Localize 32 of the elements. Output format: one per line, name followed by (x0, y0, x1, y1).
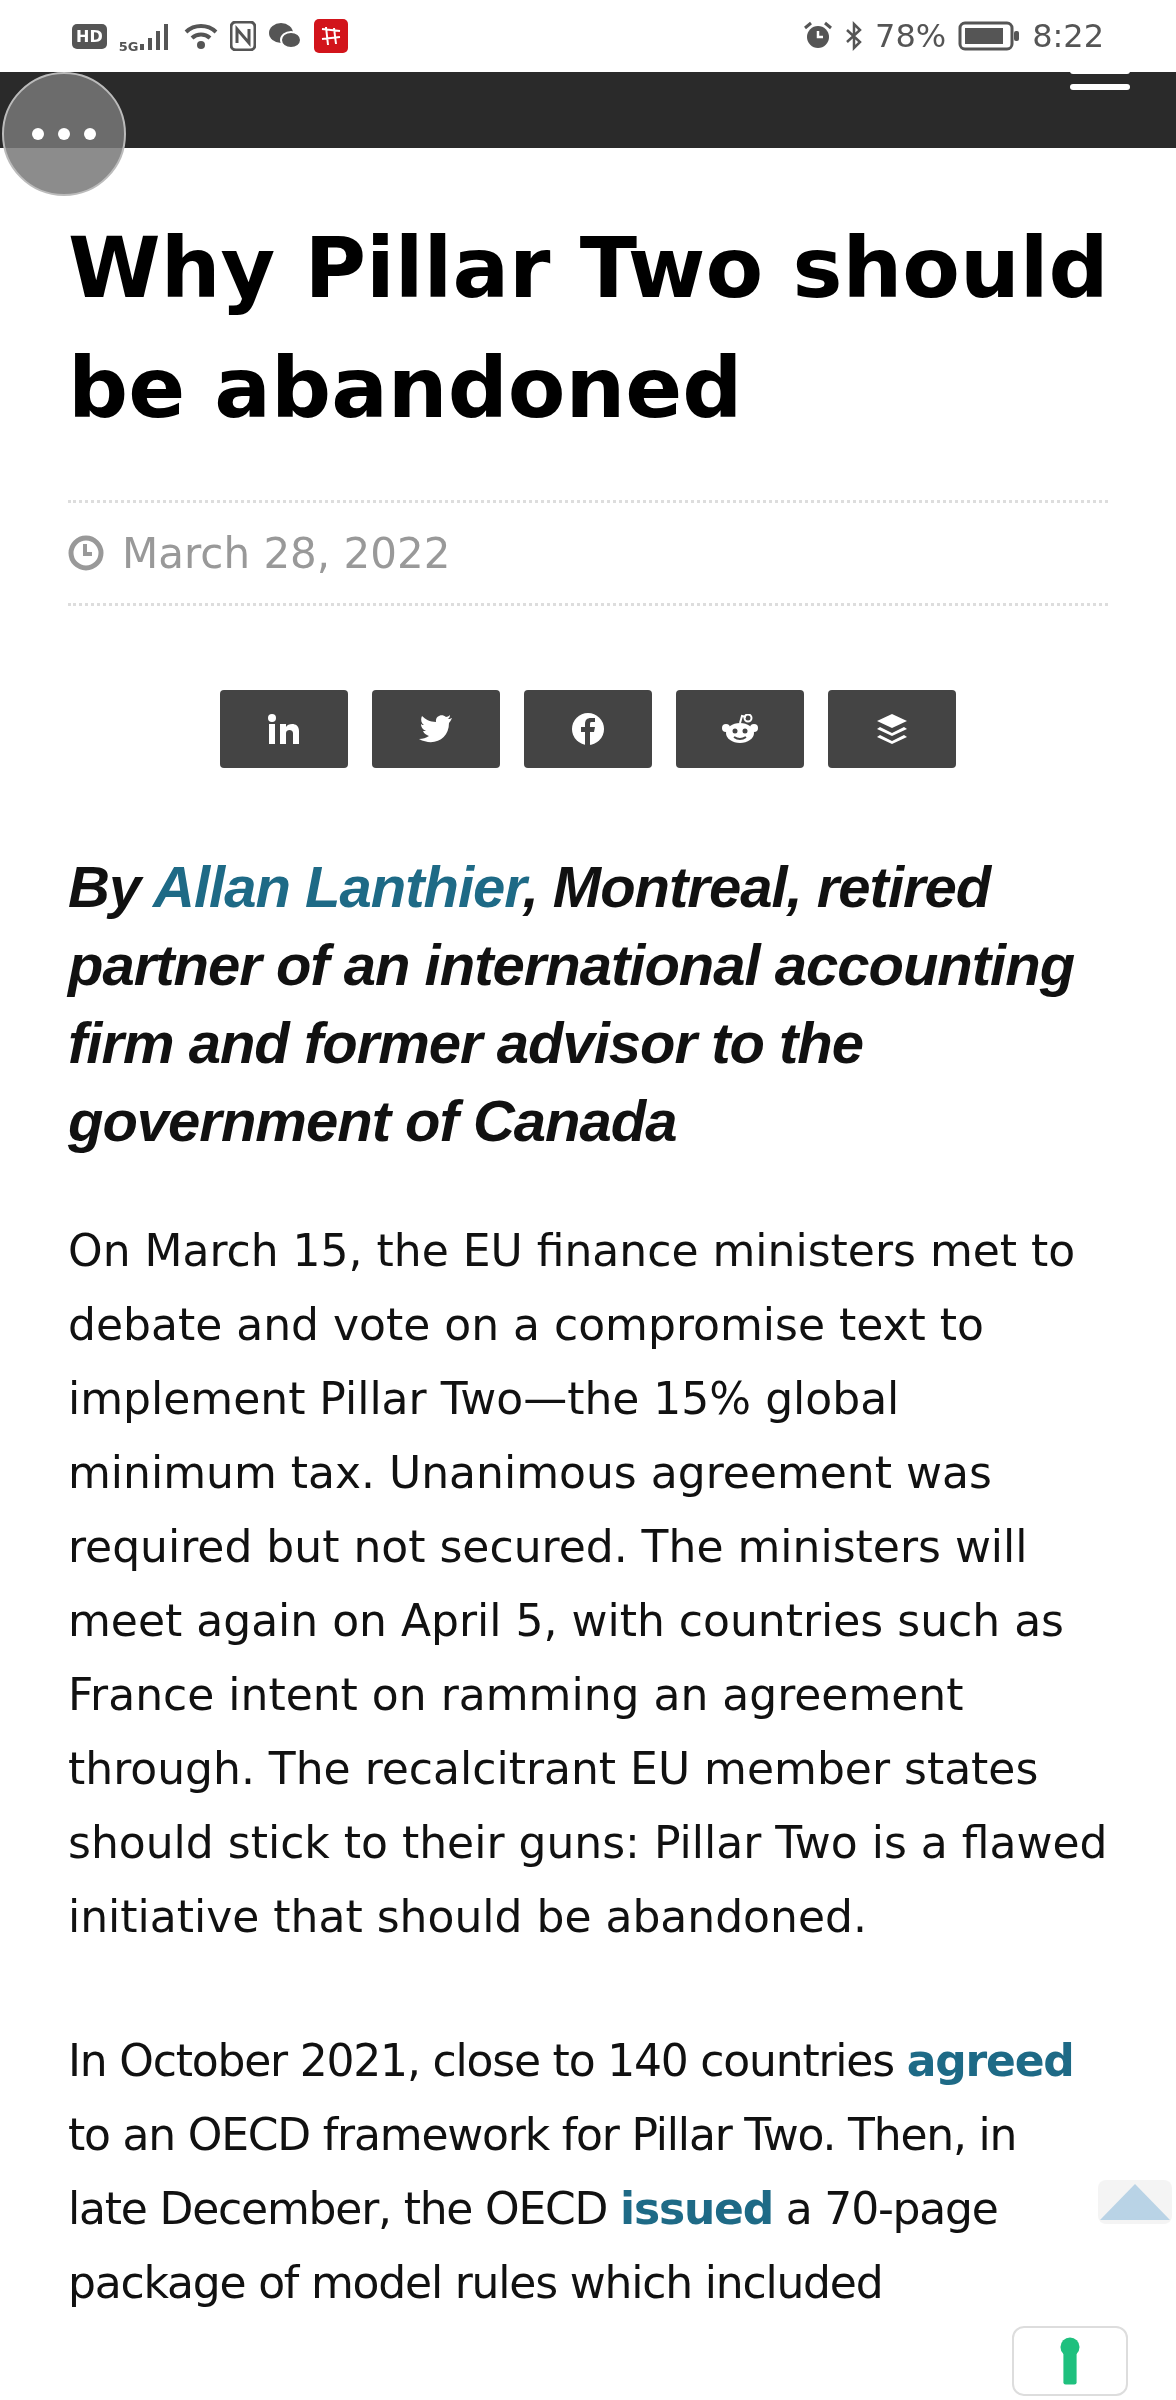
linkedin-icon (268, 714, 300, 744)
text-link[interactable]: agreed (906, 2035, 1074, 2086)
keyhole-icon (1059, 2337, 1081, 2385)
layers-icon (876, 713, 908, 745)
publish-date: March 28, 2022 (122, 528, 451, 578)
alien-face-icon (722, 714, 758, 744)
battery-icon (958, 21, 1021, 51)
alarm-icon (803, 21, 833, 51)
facebook-icon (572, 713, 604, 745)
network-type: 5G (118, 38, 139, 54)
author-byline: By Allan Lanthier, Montreal, retired partner of an international accounting firm and former advisor to the government of Canada (68, 853, 1076, 1155)
wifi-icon (184, 22, 219, 50)
linkedin-share-button[interactable] (220, 690, 348, 768)
body-paragraph: On March 15, the EU finance ministers met to debate and vote on a compromise text to implement Pillar Two—the 15% global minimum tax. Unanimous agreement was required but not secured. The ministers will meet again on April 5, with countries such as France intent on ramming an agreement through. The recalcitrant EU member states should stick to their guns: Pillar Two is a flawed initiative that should be abandoned. (68, 1224, 1108, 1944)
nfc-icon (230, 21, 257, 51)
text-link[interactable]: issued (620, 2183, 773, 2234)
battery-percent: 78% (875, 17, 947, 55)
facebook-share-button[interactable] (524, 690, 652, 768)
bird-icon (419, 715, 453, 743)
clock-time: 8:22 (1032, 17, 1104, 55)
article-title: Why Pillar Two should be abandoned (68, 218, 1110, 439)
body-paragraph: In October 2021, close to 140 countries agreed to an OECD framework for Pillar Two. Then, in late December, the OECD issued a 70-page package of model rules which included (68, 2034, 1075, 2310)
reddit-share-button[interactable] (676, 690, 804, 768)
chat-icon (268, 22, 303, 50)
up-triangle-icon (1100, 2184, 1170, 2220)
hd-badge: HD (72, 23, 107, 49)
clock-icon (68, 535, 104, 571)
bluetooth-icon (845, 21, 863, 51)
twitter-share-button[interactable] (372, 690, 500, 768)
app-icon (314, 19, 349, 53)
buffer-share-button[interactable] (828, 690, 956, 768)
more-icon (32, 128, 96, 140)
